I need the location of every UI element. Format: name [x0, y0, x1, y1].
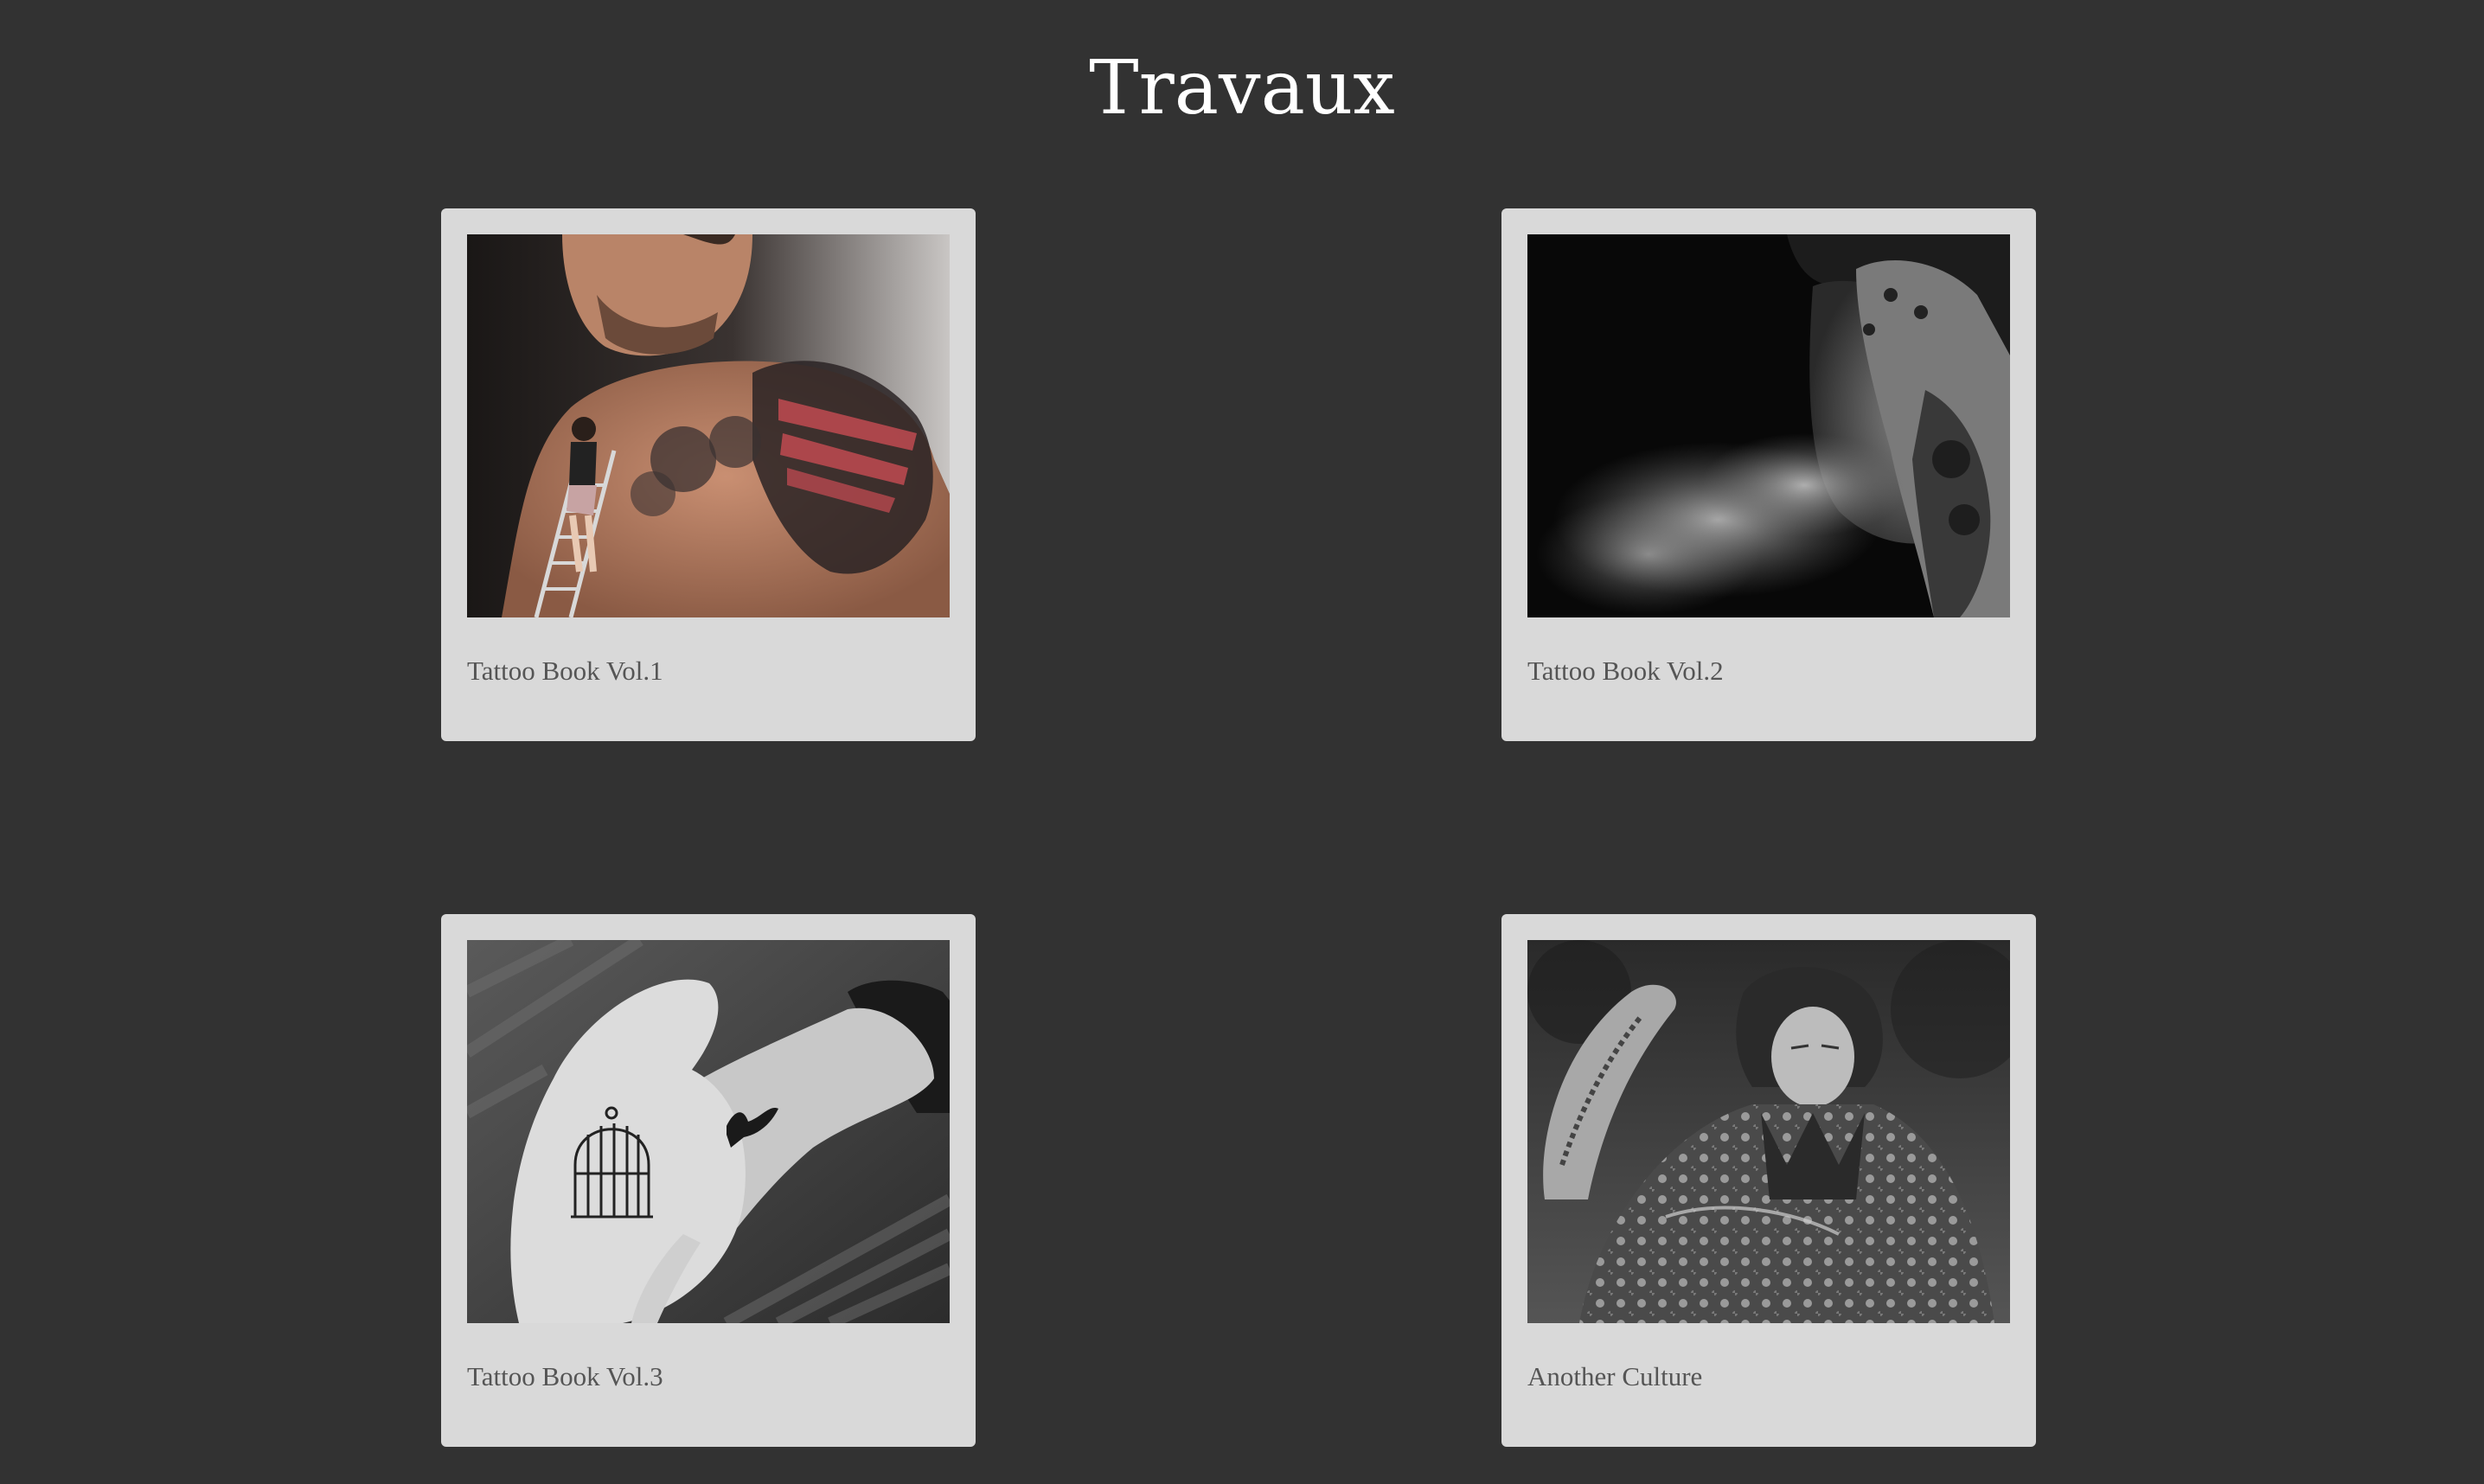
- hands-birdcage-bird-tattoo-photo[interactable]: [467, 940, 950, 1323]
- tattooed-man-chest-photo[interactable]: [467, 234, 950, 617]
- gallery-card-tattoo-book-vol3[interactable]: Tattoo Book Vol.3: [441, 914, 976, 1447]
- card-caption[interactable]: Tattoo Book Vol.2: [1527, 654, 1724, 688]
- woman-smoke-tattooed-hand-photo[interactable]: [1527, 234, 2010, 617]
- card-caption[interactable]: Tattoo Book Vol.1: [467, 654, 663, 688]
- page-title: Travaux: [1089, 45, 1395, 131]
- card-caption[interactable]: Tattoo Book Vol.3: [467, 1359, 663, 1394]
- gallery-card-tattoo-book-vol2[interactable]: Tattoo Book Vol.2: [1501, 208, 2036, 741]
- gallery-card-another-culture[interactable]: Another Culture: [1501, 914, 2036, 1447]
- card-caption[interactable]: Another Culture: [1527, 1359, 1702, 1394]
- woman-henna-traditional-dress-photo[interactable]: [1527, 940, 2010, 1323]
- gallery-card-tattoo-book-vol1[interactable]: Tattoo Book Vol.1: [441, 208, 976, 741]
